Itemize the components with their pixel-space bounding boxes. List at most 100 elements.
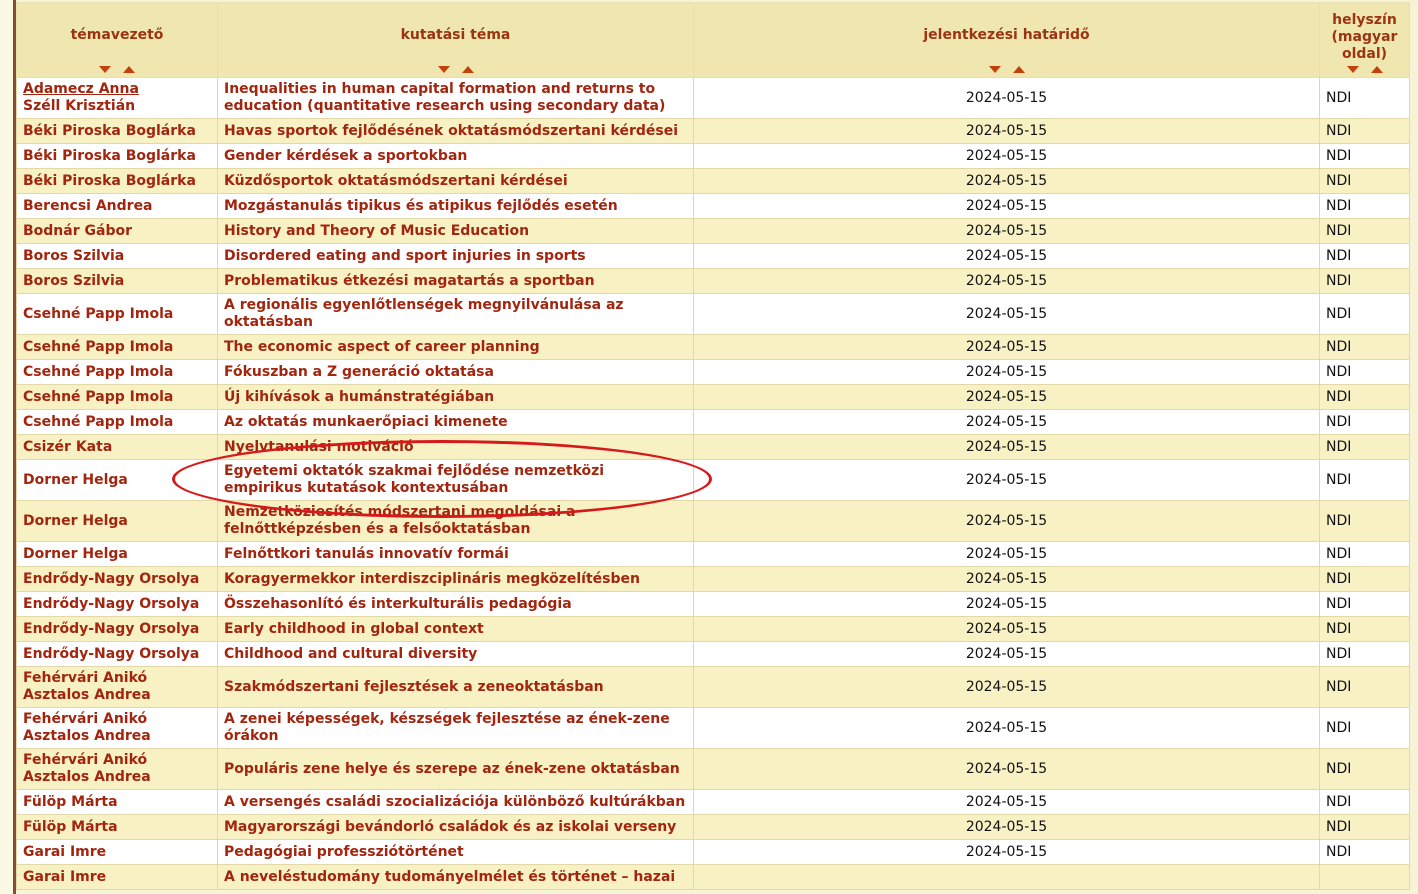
supervisor-cell: Dorner Helga [16, 500, 218, 542]
sort-descending-icon[interactable] [99, 66, 111, 73]
deadline-cell: 2024-05-15 [693, 748, 1320, 790]
supervisor-cell: Csehné Papp Imola [16, 334, 218, 360]
supervisor-name: Béki Piroska Boglárka [23, 122, 196, 139]
supervisor-cell: Fehérvári Anikó Asztalos Andrea [16, 707, 218, 749]
place-cell: NDI [1319, 541, 1410, 567]
deadline-cell: 2024-05-15 [693, 409, 1320, 435]
table-row: Endrődy-Nagy Orsolya Early childhood in g… [16, 616, 1410, 642]
table-row: Berencsi Andrea Mozgástanulás tipikus és … [16, 193, 1410, 219]
table-row: Béki Piroska Boglárka Havas sportok fejlő… [16, 118, 1410, 144]
table-row: Adamecz Anna Széll Krisztián Inequalities … [16, 77, 1410, 119]
supervisor-cell: Csehné Papp Imola [16, 293, 218, 335]
place-sort-controls [1341, 64, 1389, 75]
deadline-cell: 2024-05-15 [693, 118, 1320, 144]
supervisor-cell: Csehné Papp Imola [16, 359, 218, 385]
supervisor-name: Fehérvári Anikó [23, 670, 148, 686]
table-row: Fülöp Márta A versengés családi szocializ… [16, 789, 1410, 815]
place-cell: NDI [1319, 143, 1410, 169]
table-row: Csehné Papp Imola Az oktatás munkaerőpiac… [16, 409, 1410, 435]
deadline-cell: 2024-05-15 [693, 500, 1320, 542]
place-cell: NDI [1319, 359, 1410, 385]
supervisor-name: Csehné Papp Imola [23, 305, 174, 322]
supervisor-cell: Csehné Papp Imola [16, 384, 218, 410]
supervisor-cell: Fehérvári Anikó Asztalos Andrea [16, 748, 218, 790]
place-cell: NDI [1319, 591, 1410, 617]
sort-descending-icon[interactable] [1346, 66, 1359, 73]
place-cell: NDI [1319, 500, 1410, 542]
table-row: Endrődy-Nagy Orsolya Childhood and cultur… [16, 641, 1410, 667]
supervisor-cell: Boros Szilvia [16, 268, 218, 294]
supervisor-name: Csizér Kata [23, 438, 113, 455]
deadline-cell: 2024-05-15 [693, 168, 1320, 194]
topic-cell: A zenei képességek, készségek fejlesztés… [217, 707, 694, 749]
sort-ascending-icon[interactable] [123, 66, 135, 73]
supervisor-name: Csehné Papp Imola [23, 413, 174, 430]
supervisor-name: Endrődy-Nagy Orsolya [23, 570, 200, 587]
topic-cell: Magyarországi bevándorló családok és az … [217, 814, 694, 840]
supervisor-name: Asztalos Andrea [23, 769, 151, 785]
supervisor-cell: Fehérvári Anikó Asztalos Andrea [16, 666, 218, 708]
sort-ascending-icon[interactable] [1012, 66, 1025, 73]
supervisor-link[interactable]: Adamecz Anna [23, 81, 211, 98]
place-cell: NDI [1319, 293, 1410, 335]
table-row: Boros Szilvia Problematikus étkezési maga… [16, 268, 1410, 294]
place-cell: NDI [1319, 384, 1410, 410]
supervisor-name: Dorner Helga [23, 512, 128, 529]
deadline-sort-controls [983, 64, 1031, 75]
place-cell [1319, 864, 1410, 890]
place-cell: NDI [1319, 118, 1410, 144]
supervisor-cell: Garai Imre [16, 864, 218, 890]
topic-cell: Havas sportok fejlődésének oktatásmódsze… [217, 118, 694, 144]
supervisor-cell: Dorner Helga [16, 541, 218, 567]
place-cell: NDI [1319, 641, 1410, 667]
sort-descending-icon[interactable] [437, 66, 450, 73]
supervisor-cell: Csizér Kata [16, 434, 218, 460]
supervisor-name: Boros Szilvia [23, 247, 125, 264]
supervisor-name: Asztalos Andrea [23, 687, 151, 703]
table-row: Endrődy-Nagy Orsolya Összehasonlító és in… [16, 591, 1410, 617]
research-topics-table: témavezető kutatási téma jelentkezési ha… [16, 2, 1410, 890]
sort-ascending-icon[interactable] [1370, 66, 1383, 73]
topic-cell: A versengés családi szocializációja külö… [217, 789, 694, 815]
table-row: Csehné Papp Imola Új kihívások a humánstr… [16, 384, 1410, 410]
supervisor-name: Széll Krisztián [23, 98, 136, 114]
place-cell: NDI [1319, 168, 1410, 194]
table-body: Adamecz Anna Széll Krisztián Inequalities … [16, 77, 1410, 890]
supervisor-cell: Adamecz Anna Széll Krisztián [16, 77, 218, 119]
supervisor-name: Csehné Papp Imola [23, 388, 174, 405]
table-row: Fehérvári Anikó Asztalos Andrea Populáris … [16, 748, 1410, 790]
place-cell: NDI [1319, 814, 1410, 840]
place-cell: NDI [1319, 218, 1410, 244]
table-row: Csizér Kata Nyelvtanulási motiváció 2024-0… [16, 434, 1410, 460]
supervisor-name: Garai Imre [23, 868, 107, 885]
header-topic-label: kutatási téma [400, 27, 511, 43]
header-place-label: helyszín (magyar oldal) [1331, 12, 1398, 62]
topic-cell: Új kihívások a humánstratégiában [217, 384, 694, 410]
deadline-cell: 2024-05-15 [693, 839, 1320, 865]
deadline-cell: 2024-05-15 [693, 359, 1320, 385]
topic-cell: A neveléstudomány tudományelmélet és tör… [217, 864, 694, 890]
supervisor-name: Fehérvári Anikó [23, 711, 148, 727]
deadline-cell: 2024-05-15 [693, 707, 1320, 749]
supervisor-name: Endrődy-Nagy Orsolya [23, 645, 200, 662]
place-cell: NDI [1319, 789, 1410, 815]
deadline-cell: 2024-05-15 [693, 293, 1320, 335]
table-header-row: témavezető kutatási téma jelentkezési ha… [16, 2, 1410, 78]
topic-cell: Nyelvtanulási motiváció [217, 434, 694, 460]
header-supervisor: témavezető [16, 2, 218, 78]
topic-cell: Felnőttkori tanulás innovatív formái [217, 541, 694, 567]
topic-cell: Childhood and cultural diversity [217, 641, 694, 667]
deadline-cell [693, 864, 1320, 890]
sort-descending-icon[interactable] [988, 66, 1001, 73]
topic-cell: Disordered eating and sport injuries in … [217, 243, 694, 269]
topic-cell: History and Theory of Music Education [217, 218, 694, 244]
table-row: Garai Imre A neveléstudomány tudományelmé… [16, 864, 1410, 890]
deadline-cell: 2024-05-15 [693, 459, 1320, 501]
deadline-cell: 2024-05-15 [693, 77, 1320, 119]
supervisor-cell: Endrődy-Nagy Orsolya [16, 591, 218, 617]
place-cell: NDI [1319, 839, 1410, 865]
place-cell: NDI [1319, 243, 1410, 269]
topic-sort-controls [432, 64, 480, 75]
sort-ascending-icon[interactable] [461, 66, 474, 73]
supervisor-cell: Dorner Helga [16, 459, 218, 501]
